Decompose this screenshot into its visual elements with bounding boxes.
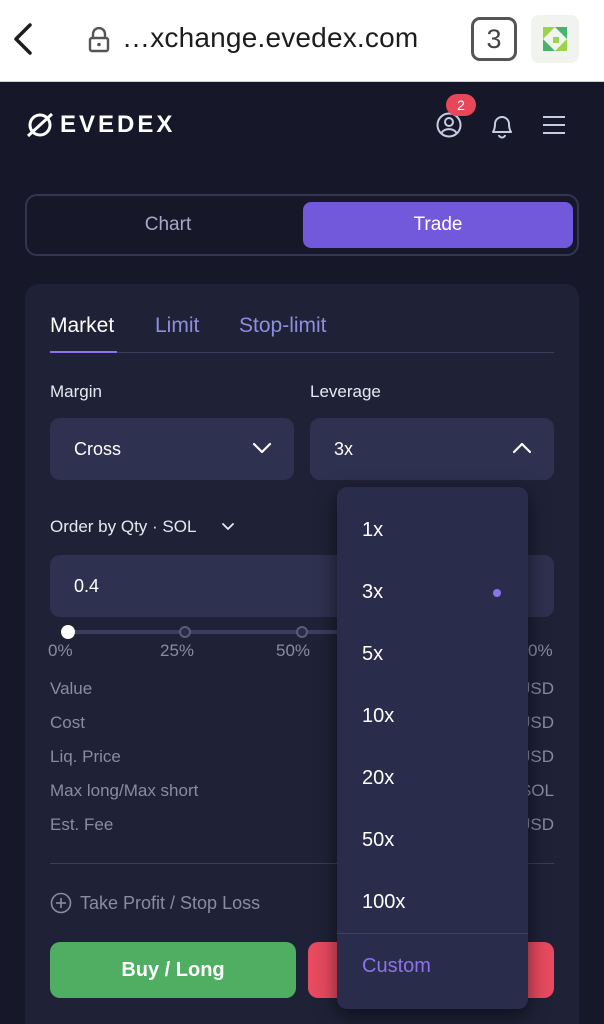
evedex-logo[interactable]: EVEDEX: [26, 111, 176, 138]
lock-icon: [88, 27, 110, 53]
max-long-short-label: Max long/Max short: [50, 781, 199, 800]
leverage-option-10x[interactable]: 10x: [337, 685, 528, 747]
slider-step-25[interactable]: [179, 626, 191, 638]
leverage-option-3x[interactable]: 3x: [337, 561, 528, 623]
order-by-label[interactable]: Order by Qty · SOL: [50, 517, 196, 537]
slider-step-50[interactable]: [296, 626, 308, 638]
extension-icon[interactable]: [531, 15, 579, 63]
option-label: 100x: [362, 891, 406, 913]
cost-label: Cost: [50, 713, 85, 732]
chevron-up-icon: [512, 442, 532, 454]
slider-thumb[interactable]: [61, 625, 75, 639]
custom-leverage-option[interactable]: Custom: [362, 955, 431, 978]
chevron-down-icon: [252, 442, 272, 454]
dropdown-divider: [337, 933, 528, 934]
extension-logo-icon: [543, 27, 567, 51]
take-profit-stop-loss-toggle[interactable]: Take Profit / Stop Loss: [80, 893, 260, 914]
leverage-option-50x[interactable]: 50x: [337, 809, 528, 871]
active-tab-indicator: [50, 351, 117, 353]
tab-stop-limit[interactable]: Stop-limit: [239, 314, 327, 338]
order-by-chevron-icon[interactable]: [221, 521, 235, 533]
leverage-option-20x[interactable]: 20x: [337, 747, 528, 809]
slider-tick-label: 50%: [276, 641, 311, 660]
option-label: 10x: [362, 705, 395, 727]
logo-text: EVEDEX: [60, 111, 176, 138]
est-fee-label: Est. Fee: [50, 815, 114, 834]
evedex-logo-icon: [26, 112, 54, 138]
back-arrow-icon[interactable]: [10, 20, 40, 58]
buy-long-button[interactable]: Buy / Long: [50, 942, 296, 998]
slider-tick-label: 0%: [48, 641, 73, 660]
selected-indicator-icon: [493, 589, 501, 597]
leverage-option-5x[interactable]: 5x: [337, 623, 528, 685]
margin-value: Cross: [74, 439, 122, 459]
tab-market[interactable]: Market: [50, 314, 114, 338]
address-bar-url[interactable]: …xchange.evedex.com: [122, 22, 418, 54]
tab-limit[interactable]: Limit: [155, 314, 199, 338]
leverage-value: 3x: [334, 439, 354, 459]
view-toggle: Chart Trade: [25, 194, 579, 256]
option-label: 5x: [362, 643, 384, 665]
leverage-label: Leverage: [310, 382, 381, 401]
quantity-value: 0.4: [74, 576, 100, 596]
notification-badge: 2: [446, 94, 476, 116]
option-label: 3x: [362, 581, 384, 603]
option-label: 1x: [362, 519, 384, 541]
leverage-option-100x[interactable]: 100x: [337, 871, 528, 933]
margin-label: Margin: [50, 382, 102, 401]
liq-price-label: Liq. Price: [50, 747, 121, 766]
hamburger-menu-icon[interactable]: [540, 110, 568, 140]
leverage-dropdown: 1x 3x 5x 10x 20x 50x 100x Custom: [337, 487, 528, 1009]
leverage-select[interactable]: 3x: [310, 418, 554, 480]
tab-trade[interactable]: Trade: [303, 202, 573, 248]
bell-icon[interactable]: [488, 110, 516, 140]
slider-tick-label: 25%: [160, 641, 195, 660]
option-label: 50x: [362, 829, 395, 851]
tab-count-button[interactable]: 3: [471, 17, 517, 61]
slider-tick-label: 0%: [528, 641, 553, 660]
tab-chart[interactable]: Chart: [33, 202, 303, 248]
value-label: Value: [50, 679, 93, 698]
plus-circle-icon[interactable]: [50, 892, 72, 914]
tabs-divider: [50, 352, 554, 353]
leverage-option-1x[interactable]: 1x: [337, 499, 528, 561]
browser-bar: …xchange.evedex.com 3: [0, 0, 604, 82]
app-header: EVEDEX: [0, 82, 604, 170]
margin-select[interactable]: Cross: [50, 418, 294, 480]
option-label: 20x: [362, 767, 395, 789]
